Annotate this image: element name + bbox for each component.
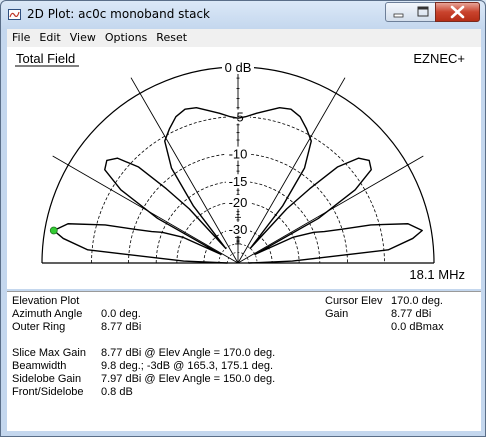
plot-window: 2D Plot: ac0c monoband stack File Edit Vie… xyxy=(0,0,486,437)
ring-label: 0 dB xyxy=(225,60,252,75)
ring-label: -10 xyxy=(229,147,248,162)
beamwidth-label: Beamwidth xyxy=(12,360,67,372)
minimize-icon xyxy=(393,13,404,18)
slice-max-gain-value: 8.77 dBi @ Elev Angle = 170.0 deg. xyxy=(101,347,276,359)
close-button[interactable] xyxy=(435,2,480,22)
ring-label: -15 xyxy=(229,174,248,189)
plot-title: Total Field xyxy=(16,51,75,66)
gain-value: 8.77 dBi xyxy=(391,308,432,320)
grid-spoke xyxy=(237,77,346,264)
menu-bar: File Edit View Options Reset xyxy=(7,29,481,47)
ring-label: -30 xyxy=(229,222,248,237)
outer-ring-label: Outer Ring xyxy=(12,321,66,333)
app-icon xyxy=(8,9,21,20)
polar-plot[interactable]: 0 dB-5-10-15-20-30 Total Field EZNEC+ 18… xyxy=(7,47,481,289)
menu-reset[interactable]: Reset xyxy=(151,29,191,44)
window-edge xyxy=(481,47,485,430)
plot-area[interactable]: 0 dB -5 -10 -15 -20 -30 Total Field EZNEC+ 18… xyxy=(7,47,481,289)
cursor-elev-label: Cursor Elev xyxy=(325,295,383,307)
menu-file[interactable]: File xyxy=(7,29,34,44)
minimize-button[interactable] xyxy=(385,2,412,22)
menu-edit[interactable]: Edit xyxy=(34,29,64,44)
sidelobe-gain-value: 7.97 dBi @ Elev Angle = 150.0 deg. xyxy=(101,373,276,385)
close-icon xyxy=(450,5,465,19)
ring-label: -20 xyxy=(229,195,248,210)
azimuth-value: 0.0 deg. xyxy=(101,308,141,320)
gain-label: Gain xyxy=(325,308,349,320)
front-sidelobe-value: 0.8 dB xyxy=(101,386,133,398)
menu-options[interactable]: Options xyxy=(100,29,151,44)
slice-max-gain-label: Slice Max Gain xyxy=(12,347,86,359)
beamwidth-value: 9.8 deg.; -3dB @ 165.3, 175.1 deg. xyxy=(101,360,274,372)
window-title: 2D Plot: ac0c monoband stack xyxy=(27,7,211,21)
frequency-label: 18.1 MHz xyxy=(409,267,465,282)
title-bar[interactable]: 2D Plot: ac0c monoband stack xyxy=(1,1,485,29)
brand-label: EZNEC+ xyxy=(413,51,465,66)
maximize-button[interactable] xyxy=(411,2,436,22)
front-sidelobe-label: Front/Sidelobe xyxy=(12,386,84,398)
menu-view[interactable]: View xyxy=(65,29,100,44)
sidelobe-gain-label: Sidelobe Gain xyxy=(12,373,82,385)
cursor-marker xyxy=(49,226,58,235)
azimuth-label: Azimuth Angle xyxy=(12,308,83,320)
maximize-icon xyxy=(417,6,429,17)
info-panel: Elevation Plot Azimuth Angle 0.0 deg. Ou… xyxy=(7,291,481,431)
cursor-elev-value: 170.0 deg. xyxy=(391,295,443,307)
gain-relative-value: 0.0 dBmax xyxy=(391,321,444,333)
outer-ring-value: 8.77 dBi xyxy=(101,321,142,333)
plot-kind: Elevation Plot xyxy=(12,295,80,307)
grid-spoke xyxy=(130,77,239,264)
